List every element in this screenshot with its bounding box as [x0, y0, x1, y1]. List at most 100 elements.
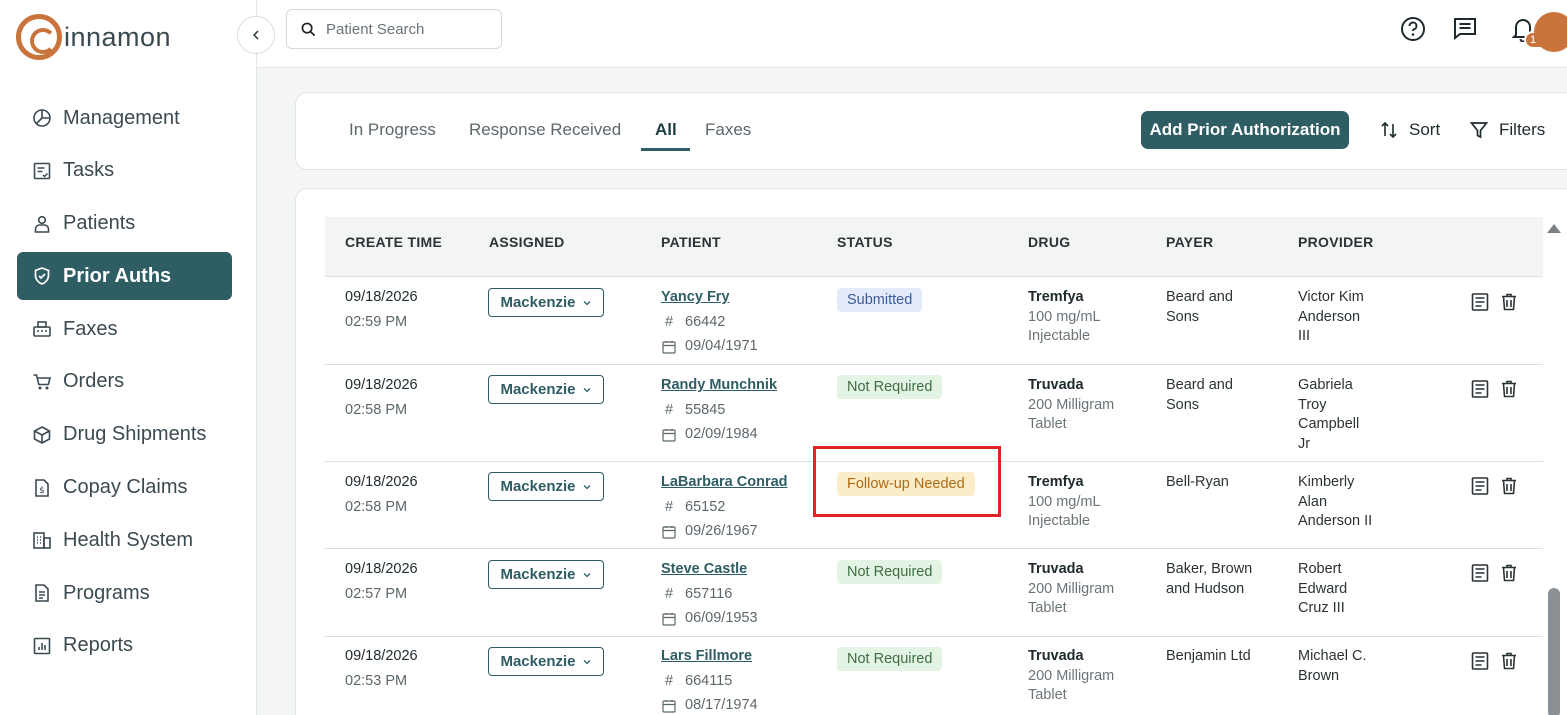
column-header-create-time[interactable]: CREATE TIME	[345, 234, 442, 250]
assigned-value: Mackenzie	[500, 566, 576, 583]
trash-icon[interactable]	[1499, 563, 1519, 583]
sidebar-item-management[interactable]: Management	[17, 94, 232, 142]
view-document-icon[interactable]	[1470, 292, 1490, 312]
assigned-dropdown[interactable]: Mackenzie	[488, 472, 604, 501]
assigned-dropdown[interactable]: Mackenzie	[488, 647, 604, 676]
hash-icon: #	[664, 401, 674, 418]
assigned-dropdown[interactable]: Mackenzie	[488, 288, 604, 317]
patient-name-link[interactable]: Steve Castle	[661, 560, 758, 580]
create-time: 02:57 PM	[345, 585, 408, 602]
sidebar-item-label: Health System	[63, 528, 194, 551]
tab-response-received[interactable]: Response Received	[469, 120, 621, 140]
create-date: 09/18/2026	[345, 474, 418, 490]
table-row[interactable]: 09/18/2026 02:57 PM Mackenzie Steve Cast…	[325, 550, 1543, 637]
patient-id: 55845	[685, 401, 726, 418]
view-document-icon[interactable]	[1470, 379, 1490, 399]
status-badge: Not Required	[837, 647, 943, 671]
view-document-icon[interactable]	[1470, 651, 1490, 671]
provider-name: Robert	[1298, 561, 1342, 577]
filters-button[interactable]: Filters	[1469, 120, 1545, 140]
create-date: 09/18/2026	[345, 289, 418, 305]
patient-name-link[interactable]: Lars Fillmore	[661, 647, 758, 667]
patient-name-link[interactable]: Yancy Fry	[661, 288, 758, 308]
sidebar-item-drug-shipments[interactable]: Drug Shipments	[17, 411, 232, 459]
help-button[interactable]	[1398, 14, 1428, 44]
sidebar-item-faxes[interactable]: Faxes	[17, 305, 232, 353]
payer-name: Beard and	[1166, 377, 1233, 393]
sidebar: innamon Management Tasks Patients Prior …	[0, 0, 257, 715]
document-icon	[31, 582, 53, 604]
hash-icon: #	[664, 313, 674, 330]
trash-icon[interactable]	[1499, 379, 1519, 399]
assigned-value: Mackenzie	[500, 478, 576, 495]
patient-dob: 09/04/1971	[685, 338, 758, 354]
table-row[interactable]: 09/18/2026 02:53 PM Mackenzie Lars Fillm…	[325, 638, 1543, 715]
sort-icon	[1381, 121, 1397, 139]
dollar-doc-icon: $	[31, 477, 53, 499]
column-header-provider[interactable]: PROVIDER	[1298, 234, 1374, 250]
sidebar-item-label: Programs	[63, 581, 150, 604]
calendar-icon	[661, 340, 677, 354]
trash-icon[interactable]	[1499, 476, 1519, 496]
scroll-up-arrow-icon[interactable]	[1547, 224, 1561, 233]
status-badge: Not Required	[837, 560, 943, 584]
sidebar-item-orders[interactable]: Orders	[17, 358, 232, 406]
column-header-drug[interactable]: DRUG	[1028, 234, 1070, 250]
messages-button[interactable]	[1450, 14, 1480, 44]
patient-search[interactable]	[286, 9, 502, 49]
sidebar-item-programs[interactable]: Programs	[17, 569, 232, 617]
sidebar-item-reports[interactable]: Reports	[17, 622, 232, 670]
sidebar-item-label: Drug Shipments	[63, 423, 207, 446]
status-badge: Not Required	[837, 375, 943, 399]
drug-strength: 100 mg/mL	[1028, 308, 1101, 325]
column-header-status[interactable]: STATUS	[837, 234, 893, 250]
view-document-icon[interactable]	[1470, 476, 1490, 496]
sidebar-item-prior-auths[interactable]: Prior Auths	[17, 252, 232, 301]
add-prior-authorization-button[interactable]: Add Prior Authorization	[1141, 111, 1349, 149]
patient-name-link[interactable]: LaBarbara Conrad	[661, 473, 788, 493]
tab-faxes[interactable]: Faxes	[705, 120, 751, 140]
sort-label: Sort	[1409, 120, 1441, 139]
sort-button[interactable]: Sort	[1379, 120, 1440, 140]
trash-icon[interactable]	[1499, 651, 1519, 671]
column-header-payer[interactable]: PAYER	[1166, 234, 1213, 250]
assigned-dropdown[interactable]: Mackenzie	[488, 375, 604, 404]
provider-name-cont: Jr	[1298, 435, 1311, 452]
assigned-value: Mackenzie	[500, 653, 576, 670]
column-header-patient[interactable]: PATIENT	[661, 234, 721, 250]
sidebar-item-patients[interactable]: Patients	[17, 200, 232, 248]
top-bar	[257, 0, 1567, 68]
patient-dob: 02/09/1984	[685, 426, 758, 442]
view-document-icon[interactable]	[1470, 563, 1490, 583]
drug-name: Truvada	[1028, 377, 1084, 393]
patient-name-link[interactable]: Randy Munchnik	[661, 376, 777, 396]
fax-icon	[31, 318, 53, 340]
sidebar-item-label: Tasks	[63, 159, 115, 182]
tab-all[interactable]: All	[655, 120, 677, 140]
sidebar-item-health-system[interactable]: Health System	[17, 516, 232, 564]
column-header-assigned[interactable]: ASSIGNED	[489, 234, 565, 250]
status-badge: Submitted	[837, 288, 923, 312]
collapse-sidebar-button[interactable]	[237, 16, 275, 54]
create-date: 09/18/2026	[345, 648, 418, 664]
drug-form: Injectable	[1028, 328, 1091, 344]
drug-strength: 200 Milligram	[1028, 667, 1115, 684]
drug-strength: 100 mg/mL	[1028, 493, 1101, 510]
sidebar-item-tasks[interactable]: Tasks	[17, 147, 232, 195]
user-avatar[interactable]	[1534, 12, 1567, 52]
chevron-down-icon	[583, 484, 590, 489]
trash-icon[interactable]	[1499, 292, 1519, 312]
sidebar-item-copay-claims[interactable]: $ Copay Claims	[17, 464, 232, 512]
hash-icon: #	[664, 585, 674, 602]
table-row[interactable]: 09/18/2026 02:59 PM Mackenzie Yancy Fry …	[325, 278, 1543, 365]
provider-name-cont: Troy	[1298, 396, 1327, 413]
assigned-dropdown[interactable]: Mackenzie	[488, 560, 604, 589]
brand-logo[interactable]: innamon	[16, 14, 171, 60]
search-input[interactable]	[326, 20, 486, 38]
scrollbar-thumb[interactable]	[1548, 588, 1560, 715]
patient-dob: 09/26/1967	[685, 523, 758, 539]
provider-name: Victor Kim	[1298, 289, 1364, 305]
sidebar-item-label: Patients	[63, 212, 136, 235]
tab-in-progress[interactable]: In Progress	[349, 120, 436, 140]
sidebar-item-label: Orders	[63, 370, 125, 393]
